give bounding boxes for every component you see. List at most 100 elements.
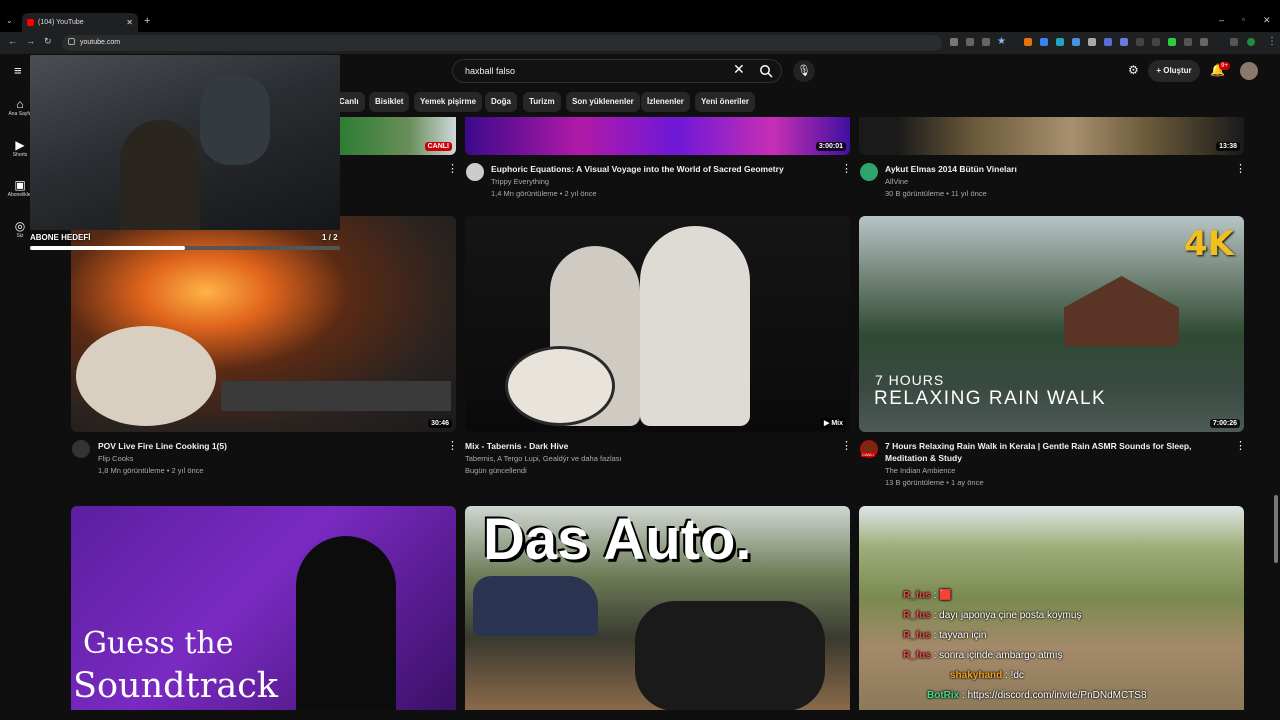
hooded-figure <box>640 226 750 426</box>
video-stats: Bugün güncellendi <box>465 466 527 475</box>
account-avatar[interactable] <box>1240 62 1258 80</box>
minimize-icon[interactable]: – <box>1219 15 1224 25</box>
chat-username: shakyhand <box>950 670 1003 681</box>
video-title[interactable]: Aykut Elmas 2014 Bütün Vineları <box>885 163 1225 175</box>
channel-name[interactable]: Trippy Everything <box>491 176 549 188</box>
forward-icon[interactable]: → <box>26 36 35 46</box>
browser-tab[interactable]: (104) YouTube ✕ <box>22 13 138 32</box>
dashboard-shape <box>635 601 825 710</box>
goal-count: 1 / 2 <box>322 233 338 242</box>
chat-message: shakyhand : !dc <box>950 670 1024 681</box>
downloads-icon[interactable] <box>1230 38 1238 46</box>
video-thumbnail[interactable]: Das Auto. <box>465 506 850 710</box>
chat-username: R_fus <box>903 610 931 621</box>
more-options-icon[interactable]: ⋮ <box>1235 439 1246 452</box>
more-options-icon[interactable]: ⋮ <box>1235 162 1246 175</box>
sidebar-item-label: Siz <box>16 233 24 239</box>
video-stats: 13 B görüntüleme • 1 ay önce <box>885 478 984 487</box>
extension-icon[interactable] <box>1040 38 1048 46</box>
reload-icon[interactable]: ↻ <box>44 36 52 47</box>
create-button[interactable]: + Oluştur <box>1148 60 1200 82</box>
extension-icon[interactable] <box>1168 38 1176 46</box>
extensions-puzzle-icon[interactable] <box>1200 38 1208 46</box>
extension-icon[interactable] <box>1104 38 1112 46</box>
mascot-shape <box>200 75 270 165</box>
clear-search-icon[interactable]: ✕ <box>733 61 745 78</box>
video-thumbnail[interactable]: 3:00:01 <box>465 117 850 155</box>
chip-bisiklet[interactable]: Bisiklet <box>369 92 410 112</box>
maximize-icon[interactable]: ▫ <box>1242 15 1245 24</box>
chat-username: R_fus <box>903 590 931 601</box>
video-thumbnail[interactable]: 13:38 <box>859 117 1244 155</box>
chip-turizm[interactable]: Turizm <box>523 92 561 112</box>
address-bar[interactable]: youtube.com <box>62 35 942 51</box>
search-button[interactable] <box>755 60 777 82</box>
channel-avatar[interactable] <box>860 163 878 181</box>
video-thumbnail[interactable]: 4K 7 HOURS RELAXING RAIN WALK 7:00:26 <box>859 216 1244 432</box>
back-icon[interactable]: ← <box>8 36 17 46</box>
browser-tab-bar <box>0 0 1280 32</box>
channel-name[interactable]: AllVine <box>885 176 908 188</box>
more-options-icon[interactable]: ⋮ <box>447 162 458 175</box>
video-stats: 1,8 Mn görüntüleme • 2 yıl önce <box>98 466 204 475</box>
video-title[interactable]: Euphoric Equations: A Visual Voyage into… <box>491 163 831 175</box>
tab-title: (104) YouTube <box>38 19 84 26</box>
channel-name[interactable]: Flip Cooks <box>98 453 133 465</box>
video-title[interactable]: POV Live Fire Line Cooking 1(5) <box>98 440 438 452</box>
channel-avatar[interactable] <box>466 163 484 181</box>
chat-message: R_fus : 🟥 <box>903 590 952 601</box>
channel-avatar[interactable] <box>72 440 90 458</box>
extension-icon[interactable] <box>1184 38 1192 46</box>
thumb-text: Soundtrack <box>73 666 279 706</box>
chat-message: R_fus : dayı japonya çine posta koymuş <box>903 610 1081 621</box>
video-thumbnail[interactable]: CANLI <box>340 117 456 155</box>
channel-name[interactable]: Tabernis, A Tergo Lupi, Gealdýr ve daha … <box>465 453 622 465</box>
cast-icon[interactable]: ⚙ <box>1128 63 1139 77</box>
video-duration: 3:00:01 <box>815 142 846 151</box>
extension-icon[interactable] <box>1024 38 1032 46</box>
sidebar-item-label: Shorts <box>12 152 28 158</box>
extension-icon[interactable] <box>950 38 958 46</box>
zoom-icon[interactable] <box>966 38 974 46</box>
site-info-icon[interactable] <box>68 38 75 45</box>
new-tab-icon[interactable]: + <box>144 15 150 27</box>
chip-son-yuklenenler[interactable]: Son yüklenenler <box>566 92 640 112</box>
video-title[interactable]: 7 Hours Relaxing Rain Walk in Kerala | G… <box>885 440 1230 464</box>
video-stats: 30 B görüntüleme • 11 yıl önce <box>885 189 987 198</box>
video-title[interactable]: Mix - Tabernis - Dark Hive <box>465 440 825 452</box>
extension-icon[interactable] <box>1088 38 1096 46</box>
chip-doga[interactable]: Doğa <box>485 92 517 112</box>
browser-menu-icon[interactable]: ⋮ <box>1267 36 1277 47</box>
extension-icon[interactable] <box>1152 38 1160 46</box>
video-thumbnail[interactable]: ▶ Mix <box>465 216 850 432</box>
voice-search-button[interactable]: 🎙 <box>793 60 815 82</box>
car-shape <box>473 576 598 636</box>
chat-text: : sonra içinde ambargo atmış <box>933 650 1063 661</box>
tab-list-chevron-icon[interactable]: ⌄ <box>6 16 13 25</box>
page-scrollbar[interactable] <box>1274 495 1278 563</box>
goal-progress-fill <box>30 246 185 250</box>
bookmark-star-icon[interactable]: ★ <box>997 36 1006 47</box>
chip-izlenenler[interactable]: İzlenenler <box>641 92 690 112</box>
hamburger-menu-icon[interactable]: ≡ <box>14 63 22 78</box>
video-thumbnail[interactable] <box>859 506 1244 710</box>
extension-icon[interactable] <box>1072 38 1080 46</box>
profile-icon[interactable] <box>1247 38 1255 46</box>
video-duration: 7:00:26 <box>1209 419 1240 428</box>
extension-icon[interactable] <box>1120 38 1128 46</box>
extension-icon[interactable] <box>1136 38 1144 46</box>
video-thumbnail[interactable]: Guess the Soundtrack <box>71 506 456 710</box>
extension-icon[interactable] <box>1056 38 1064 46</box>
more-options-icon[interactable]: ⋮ <box>841 162 852 175</box>
eye-off-icon[interactable] <box>982 38 990 46</box>
channel-name[interactable]: The Indian Ambience <box>885 465 955 477</box>
chip-yeni-oneriler[interactable]: Yeni öneriler <box>695 92 756 112</box>
more-options-icon[interactable]: ⋮ <box>841 439 852 452</box>
chat-text: : 🟥 <box>933 590 952 601</box>
webcam-overlay <box>30 55 340 230</box>
mix-badge: ▶ Mix <box>821 418 846 428</box>
window-close-icon[interactable]: ✕ <box>1263 15 1271 26</box>
chip-yemek-pisirme[interactable]: Yemek pişirme <box>414 92 483 112</box>
more-options-icon[interactable]: ⋮ <box>447 439 458 452</box>
tab-close-icon[interactable]: ✕ <box>126 13 133 32</box>
